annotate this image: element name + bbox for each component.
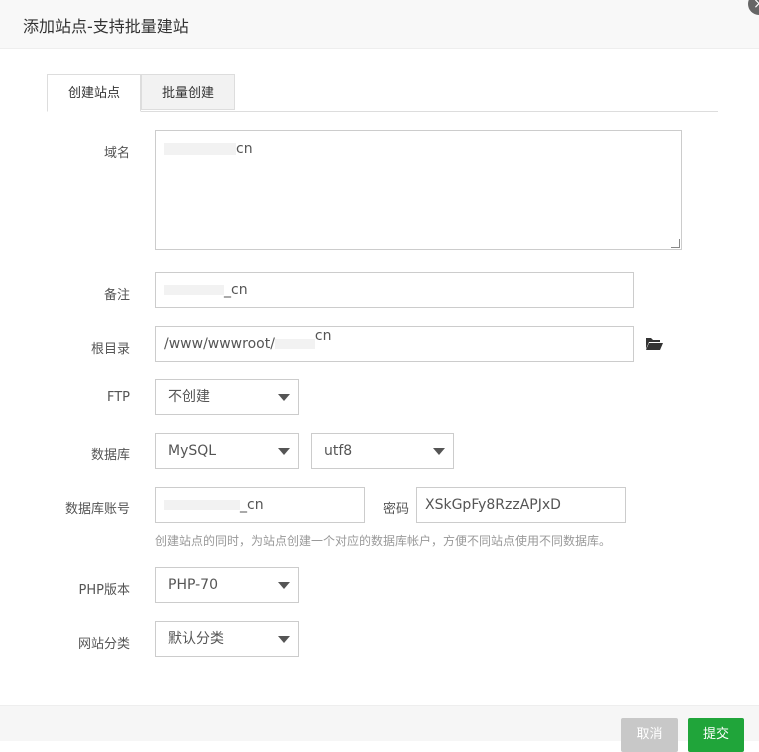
ftp-label: FTP	[106, 390, 130, 405]
category-select[interactable]: 默认分类	[155, 621, 299, 657]
chevron-down-icon	[278, 636, 290, 643]
folder-open-icon[interactable]	[645, 336, 663, 351]
submit-button[interactable]: 提交	[688, 718, 744, 752]
domain-label: 域名	[103, 146, 130, 161]
php-version-select[interactable]: PHP-70	[155, 567, 299, 603]
database-charset-select[interactable]: utf8	[311, 433, 454, 469]
remark-input[interactable]: _cn	[155, 272, 634, 308]
resize-handle[interactable]	[671, 239, 680, 248]
root-dir-suffix: cn	[314, 328, 332, 344]
root-dir-input[interactable]: /www/wwwroot/cn	[155, 326, 634, 362]
domain-textarea[interactable]: cn	[155, 130, 682, 250]
tab-batch-create[interactable]: 批量创建	[141, 74, 235, 110]
root-dir-value: /www/wwwroot/	[164, 336, 275, 352]
database-type-select[interactable]: MySQL	[155, 433, 299, 469]
dialog-title: 添加站点-支持批量建站	[23, 17, 189, 36]
root-dir-label: 根目录	[90, 342, 130, 357]
tab-create-site[interactable]: 创建站点	[47, 74, 141, 112]
database-charset-selected: utf8	[324, 443, 353, 459]
chevron-down-icon	[433, 448, 445, 455]
redacted-text	[164, 143, 236, 155]
password-label: 密码	[383, 502, 410, 517]
domain-value: cn	[236, 141, 253, 157]
php-version-selected: PHP-70	[168, 577, 218, 593]
redacted-text	[274, 339, 315, 349]
remark-label: 备注	[103, 288, 130, 303]
category-label: 网站分类	[77, 637, 130, 652]
php-version-label: PHP版本	[78, 583, 130, 598]
redacted-text	[164, 285, 224, 295]
ftp-selected: 不创建	[168, 389, 210, 405]
category-selected: 默认分类	[168, 631, 224, 647]
db-account-input[interactable]: _cn	[155, 487, 365, 523]
chevron-down-icon	[278, 582, 290, 589]
ftp-select[interactable]: 不创建	[155, 379, 299, 415]
redacted-text	[164, 500, 240, 510]
add-site-dialog: 添加站点-支持批量建站 × 创建站点 批量创建 域名 cn 备注 _cn 根目录…	[0, 0, 759, 752]
db-account-value: _cn	[240, 497, 264, 513]
db-hint-text: 创建站点的同时，为站点创建一个对应的数据库帐户，方便不同站点使用不同数据库。	[155, 534, 612, 548]
password-input[interactable]: XSkGpFy8RzzAPJxD	[416, 487, 626, 523]
chevron-down-icon	[278, 394, 290, 401]
dialog-title-bar: 添加站点-支持批量建站	[0, 0, 759, 49]
database-type-selected: MySQL	[168, 443, 217, 459]
password-value: XSkGpFy8RzzAPJxD	[425, 497, 561, 513]
chevron-down-icon	[278, 448, 290, 455]
database-label: 数据库	[90, 448, 130, 463]
remark-value: _cn	[224, 282, 248, 298]
cancel-button[interactable]: 取消	[621, 718, 678, 752]
db-account-label: 数据库账号	[64, 502, 130, 517]
tab-bar: 创建站点 批量创建	[47, 74, 718, 112]
